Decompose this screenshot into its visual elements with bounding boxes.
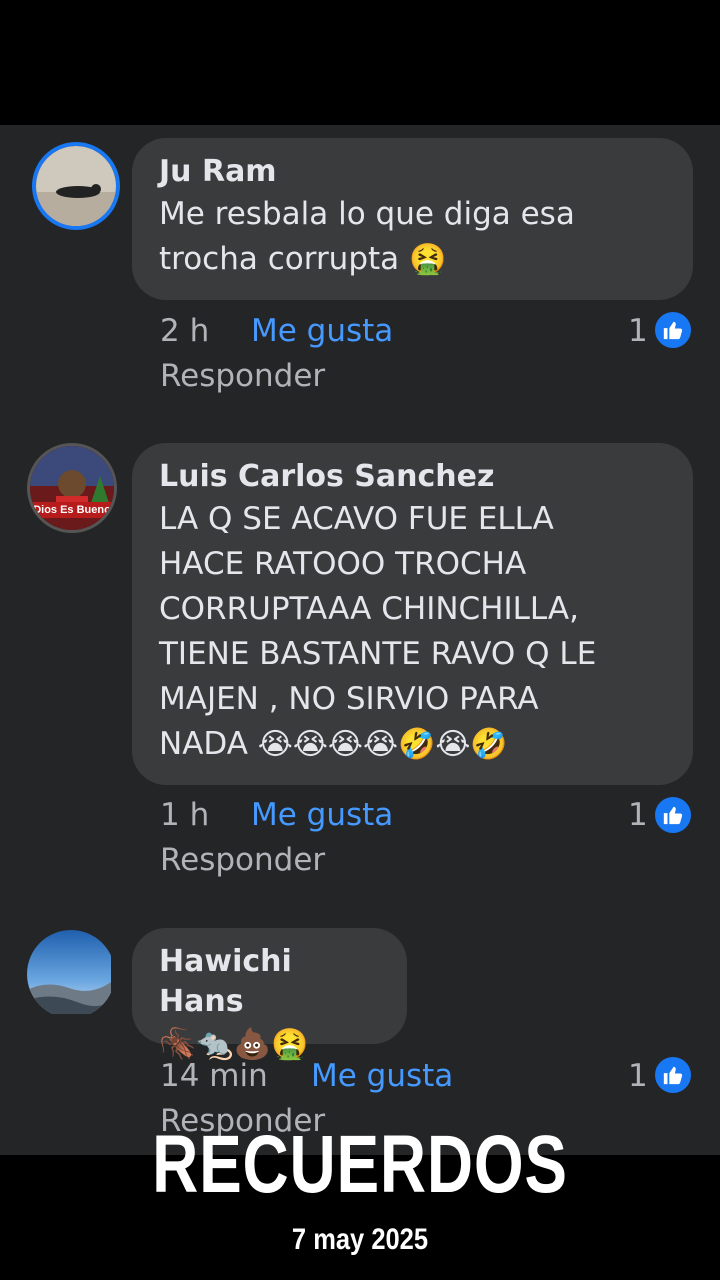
avatar-ju-ram[interactable] bbox=[32, 142, 120, 230]
comment-bubble: Luis Carlos Sanchez LA Q SE ACAVO FUE EL… bbox=[132, 443, 693, 785]
comment-time: 1 h bbox=[160, 797, 210, 833]
like-count: 1 bbox=[628, 797, 648, 833]
comment-line: Me resbala lo que diga esa bbox=[159, 196, 575, 232]
comment-line: TIENE BASTANTE RAVO Q LE bbox=[159, 636, 597, 672]
comments-panel: Ju Ram Me resbala lo que diga esa trocha… bbox=[0, 125, 720, 1155]
avatar-image bbox=[27, 930, 111, 1014]
thumbs-up-icon[interactable] bbox=[653, 795, 693, 835]
like-button[interactable]: Me gusta bbox=[251, 313, 393, 349]
comment-text: LA Q SE ACAVO FUE ELLA HACE RATOOO TROCH… bbox=[159, 497, 665, 767]
like-button[interactable]: Me gusta bbox=[311, 1058, 453, 1094]
comment-line: MAJEN , NO SIRVIO PARA bbox=[159, 681, 539, 717]
like-count: 1 bbox=[628, 313, 648, 349]
comment-bubble: Hawichi Hans 🪳🐀💩🤮 bbox=[132, 928, 407, 1062]
comment-time: 2 h bbox=[160, 313, 210, 349]
comment-author[interactable]: Ju Ram bbox=[159, 152, 665, 192]
emoji-nauseated-icon: 🤮 bbox=[409, 242, 447, 277]
like-button[interactable]: Me gusta bbox=[251, 797, 393, 833]
memories-date: 7 may 2025 bbox=[291, 1223, 429, 1256]
avatar-image bbox=[36, 146, 116, 226]
comment-time: 14 min bbox=[160, 1058, 268, 1094]
thumbs-up-icon[interactable] bbox=[653, 310, 693, 350]
comment-line: trocha corrupta 🤮 bbox=[159, 237, 665, 282]
comment-line: HACE RATOOO TROCHA bbox=[159, 546, 527, 582]
comment-line: CORRUPTAAA CHINCHILLA, bbox=[159, 591, 579, 627]
comment-line-text: trocha corrupta bbox=[159, 241, 400, 277]
comment-line-text: NADA bbox=[159, 726, 248, 762]
comment-author[interactable]: Hawichi Hans bbox=[159, 942, 379, 1022]
emoji-cockroach-rat-poop-icon: 🪳🐀💩🤮 bbox=[159, 1027, 309, 1062]
reply-button[interactable]: Responder bbox=[160, 842, 325, 878]
avatar-image bbox=[30, 446, 114, 530]
comment-line: NADA 😭😭😭😭🤣😭🤣 bbox=[159, 722, 665, 767]
comment-line: LA Q SE ACAVO FUE ELLA bbox=[159, 501, 554, 537]
comment-bubble: Ju Ram Me resbala lo que diga esa trocha… bbox=[132, 138, 693, 300]
memories-title: RECUERDOS bbox=[152, 1119, 568, 1210]
avatar-luis-carlos-sanchez[interactable]: Dios Es Bueno bbox=[27, 443, 117, 533]
avatar-hawichi-hans[interactable] bbox=[27, 930, 115, 1018]
thumbs-up-icon[interactable] bbox=[653, 1055, 693, 1095]
comment-author[interactable]: Luis Carlos Sanchez bbox=[159, 457, 665, 497]
reply-button[interactable]: Responder bbox=[160, 358, 325, 394]
emoji-crying-laughing-icon: 😭😭😭😭🤣😭🤣 bbox=[257, 727, 508, 762]
like-count: 1 bbox=[628, 1058, 648, 1094]
avatar-caption: Dios Es Bueno bbox=[33, 504, 111, 516]
comment-text: Me resbala lo que diga esa trocha corrup… bbox=[159, 192, 665, 282]
